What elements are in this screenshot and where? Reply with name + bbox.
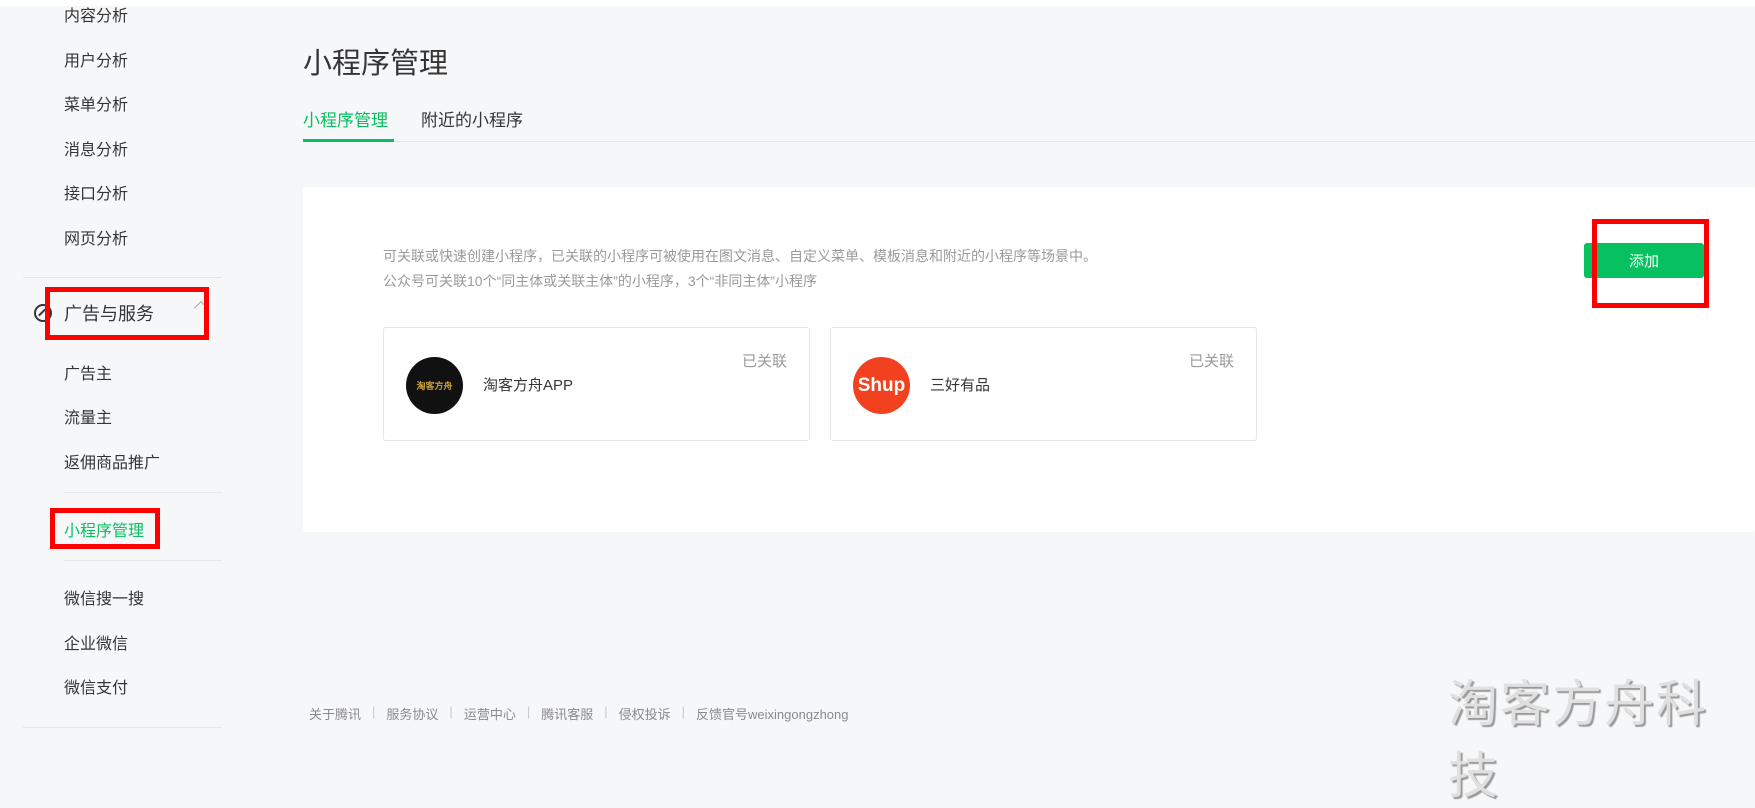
separator: | [604, 704, 608, 719]
sidebar-section-ads-services[interactable]: 广告与服务 [64, 300, 154, 326]
sidebar-item-miniprogram-management[interactable]: 小程序管理 [64, 517, 144, 541]
footer-links: 关于腾讯 | 服务协议 | 运营中心 | 腾讯客服 | 侵权投诉 | 反馈官号weixin… [309, 704, 849, 723]
logo-text: Shup [857, 374, 906, 396]
sidebar-item-web-analysis[interactable]: 网页分析 [64, 225, 128, 249]
tab-miniprogram-management[interactable]: 小程序管理 [303, 106, 388, 131]
sidebar-item-publisher[interactable]: 流量主 [64, 404, 112, 428]
miniprogram-card[interactable]: 淘客方舟 淘客方舟APP 已关联 [383, 327, 810, 441]
footer-link-about[interactable]: 关于腾讯 [309, 704, 361, 723]
sidebar-divider [23, 727, 222, 728]
sidebar-item-content-analysis[interactable]: 内容分析 [64, 2, 128, 26]
sidebar-item-menu-analysis[interactable]: 菜单分析 [64, 91, 128, 115]
footer-link-service-agreement[interactable]: 服务协议 [386, 704, 438, 723]
compass-icon [34, 304, 52, 322]
panel-description-line1: 可关联或快速创建小程序，已关联的小程序可被使用在图文消息、自定义菜单、模板消息和… [383, 248, 1097, 264]
sidebar-divider [23, 277, 222, 278]
sidebar-item-message-analysis[interactable]: 消息分析 [64, 136, 128, 160]
tab-nearby-miniprograms[interactable]: 附近的小程序 [421, 106, 523, 131]
logo-text: 淘客方舟 [416, 381, 453, 391]
watermark: 淘客方舟科技 [1448, 676, 1708, 804]
miniprogram-logo: 淘客方舟 [406, 357, 463, 414]
tabs-baseline [303, 141, 1755, 142]
miniprogram-name: 淘客方舟APP [483, 377, 574, 394]
sidebar-item-user-analysis[interactable]: 用户分析 [64, 47, 128, 71]
status-badge: 已关联 [741, 353, 787, 370]
sidebar-item-wechat-search[interactable]: 微信搜一搜 [64, 585, 144, 609]
separator: | [449, 704, 453, 719]
footer-link-operations-center[interactable]: 运营中心 [464, 704, 516, 723]
top-bar [0, 0, 1755, 6]
sidebar-item-api-analysis[interactable]: 接口分析 [64, 180, 128, 204]
panel-description-line2: 公众号可关联10个“同主体或关联主体”的小程序，3个“非同主体”小程序 [383, 273, 818, 289]
sidebar-item-commission-promotion[interactable]: 返佣商品推广 [64, 449, 160, 473]
footer-link-feedback[interactable]: 反馈官号weixingongzhong [696, 704, 848, 723]
separator: | [372, 704, 376, 719]
chevron-up-icon[interactable] [193, 300, 209, 316]
separator: | [681, 704, 686, 719]
active-tab-indicator [303, 139, 394, 142]
page-title: 小程序管理 [303, 48, 449, 80]
miniprogram-name: 三好有品 [930, 377, 991, 394]
sidebar-divider [64, 560, 222, 561]
sidebar-divider [64, 492, 222, 493]
miniprogram-card[interactable]: Shup 三好有品 已关联 [830, 327, 1257, 441]
add-button[interactable]: 添加 [1584, 243, 1704, 278]
separator: | [526, 704, 531, 719]
status-badge: 已关联 [1188, 353, 1234, 370]
miniprogram-logo: Shup [853, 357, 910, 414]
sidebar-item-wechat-pay[interactable]: 微信支付 [64, 674, 128, 698]
sidebar-item-wecom[interactable]: 企业微信 [64, 630, 128, 654]
footer-link-infringement[interactable]: 侵权投诉 [619, 704, 671, 723]
sidebar-item-advertiser[interactable]: 广告主 [64, 360, 112, 384]
footer-link-customer-service[interactable]: 腾讯客服 [541, 704, 593, 723]
